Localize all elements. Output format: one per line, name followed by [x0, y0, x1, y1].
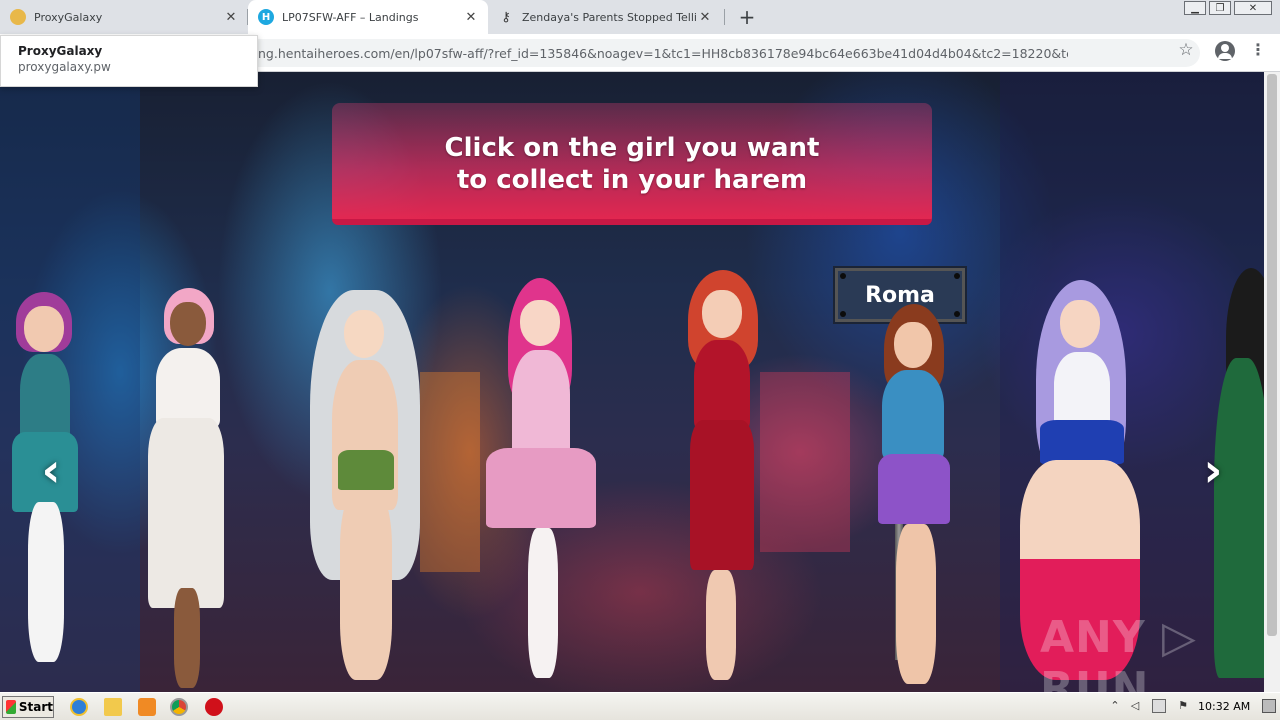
rivet	[954, 273, 960, 279]
character-skirt	[690, 420, 754, 570]
character-legs	[28, 502, 64, 662]
profile-avatar-icon[interactable]	[1215, 41, 1235, 61]
browser-window: ProxyGalaxy ✕ H LP07SFW-AFF – Landings ✕…	[0, 0, 1280, 692]
character-blue-dress[interactable]	[868, 304, 958, 688]
character-head	[894, 322, 932, 368]
tab-strip: ProxyGalaxy ✕ H LP07SFW-AFF – Landings ✕…	[0, 0, 1280, 34]
new-tab-button[interactable]: +	[734, 4, 760, 30]
tab-divider	[724, 9, 725, 25]
clock: 10:32 AM	[1198, 700, 1251, 713]
character-skirt	[486, 448, 596, 528]
character-white-dress[interactable]	[140, 288, 230, 692]
tab-close-icon[interactable]: ✕	[462, 8, 480, 26]
character-red-dress[interactable]	[680, 270, 770, 690]
banner-underline	[332, 219, 932, 225]
hentaiheroes-favicon-icon: H	[258, 9, 274, 25]
character-head	[520, 300, 560, 346]
instruction-banner: Click on the girl you want to collect in…	[332, 103, 932, 225]
character-dress	[882, 370, 944, 460]
vertical-scrollbar[interactable]	[1264, 72, 1280, 692]
folder-icon[interactable]	[104, 698, 122, 716]
anyrun-watermark: ANY ▷ RUN	[1040, 612, 1197, 692]
tab-title: ProxyGalaxy	[34, 10, 103, 24]
tab-landings[interactable]: H LP07SFW-AFF – Landings ✕	[248, 0, 488, 34]
character-legs	[706, 570, 736, 680]
character-elf[interactable]	[290, 290, 440, 690]
monitor-icon[interactable]	[1262, 699, 1276, 713]
taskbar: Start ⌃ ◁ ⚑ 10:32 AM	[0, 692, 1280, 720]
character-dress	[156, 348, 220, 428]
stop-icon[interactable]	[205, 698, 223, 716]
character-skirt	[1040, 420, 1124, 464]
chevron-up-icon[interactable]: ⌃	[1108, 699, 1122, 713]
minimize-button[interactable]: ▁	[1184, 1, 1206, 15]
hover-card-domain: proxygalaxy.pw	[18, 60, 111, 74]
character-head	[170, 302, 206, 346]
address-bar[interactable]: ng.hentaiheroes.com/en/lp07sfw-aff/?ref_…	[150, 39, 1200, 67]
character-legs	[896, 524, 936, 684]
tab-zendaya[interactable]: ⚷ Zendaya's Parents Stopped Telling H ✕	[488, 0, 722, 34]
tab-close-icon[interactable]: ✕	[222, 8, 240, 26]
landing-page: Click on the girl you want to collect in…	[0, 72, 1264, 692]
tab-title: Zendaya's Parents Stopped Telling H	[522, 10, 696, 24]
rivet	[840, 273, 846, 279]
character-head	[24, 306, 64, 352]
ie-icon[interactable]	[70, 698, 88, 716]
character-dress	[694, 340, 750, 430]
character-leaf-outfit	[338, 450, 394, 490]
character-legs	[340, 490, 392, 680]
chrome-icon[interactable]	[170, 698, 188, 716]
banner-line-1: Click on the girl you want	[444, 133, 820, 163]
start-button[interactable]: Start	[2, 696, 54, 718]
character-head	[702, 290, 742, 338]
network-icon[interactable]	[1152, 699, 1166, 713]
start-label: Start	[18, 700, 53, 714]
banner-line-2: to collect in your harem	[456, 165, 808, 195]
character-pink-dress[interactable]	[480, 278, 600, 688]
prev-arrow-icon[interactable]: ‹	[36, 443, 66, 497]
bookmark-star-icon[interactable]: ☆	[1176, 40, 1196, 62]
character-legs	[174, 588, 200, 688]
tab-close-icon[interactable]: ✕	[696, 8, 714, 26]
tab-title: LP07SFW-AFF – Landings	[282, 10, 419, 24]
hover-card-title: ProxyGalaxy	[18, 44, 103, 58]
key-favicon-icon: ⚷	[501, 9, 511, 25]
url-text[interactable]: ng.hentaiheroes.com/en/lp07sfw-aff/?ref_…	[258, 46, 1068, 61]
neon-sign	[760, 372, 850, 552]
media-player-icon[interactable]	[138, 698, 156, 716]
close-window-button[interactable]: ✕	[1234, 1, 1272, 15]
next-arrow-icon[interactable]: ›	[1198, 443, 1228, 497]
proxygalaxy-favicon-icon	[10, 9, 26, 25]
character-dress	[512, 350, 570, 460]
flag-icon[interactable]: ⚑	[1176, 699, 1190, 713]
character-skirt	[878, 454, 950, 524]
scrollbar-thumb[interactable]	[1267, 74, 1277, 636]
rivet	[840, 311, 846, 317]
character-legs	[528, 528, 558, 678]
windows-logo-icon	[6, 700, 16, 714]
tab-hover-card: ProxyGalaxy proxygalaxy.pw	[0, 35, 258, 87]
character-skirt	[148, 418, 224, 608]
tab-proxygalaxy[interactable]: ProxyGalaxy ✕	[0, 0, 248, 34]
character-head	[344, 310, 384, 358]
character-dress	[20, 354, 70, 444]
restore-button[interactable]: ❐	[1209, 1, 1231, 15]
menu-kebab-icon[interactable]: ⋮	[1250, 40, 1266, 62]
speaker-icon[interactable]: ◁	[1128, 699, 1142, 713]
character-head	[1060, 300, 1100, 348]
